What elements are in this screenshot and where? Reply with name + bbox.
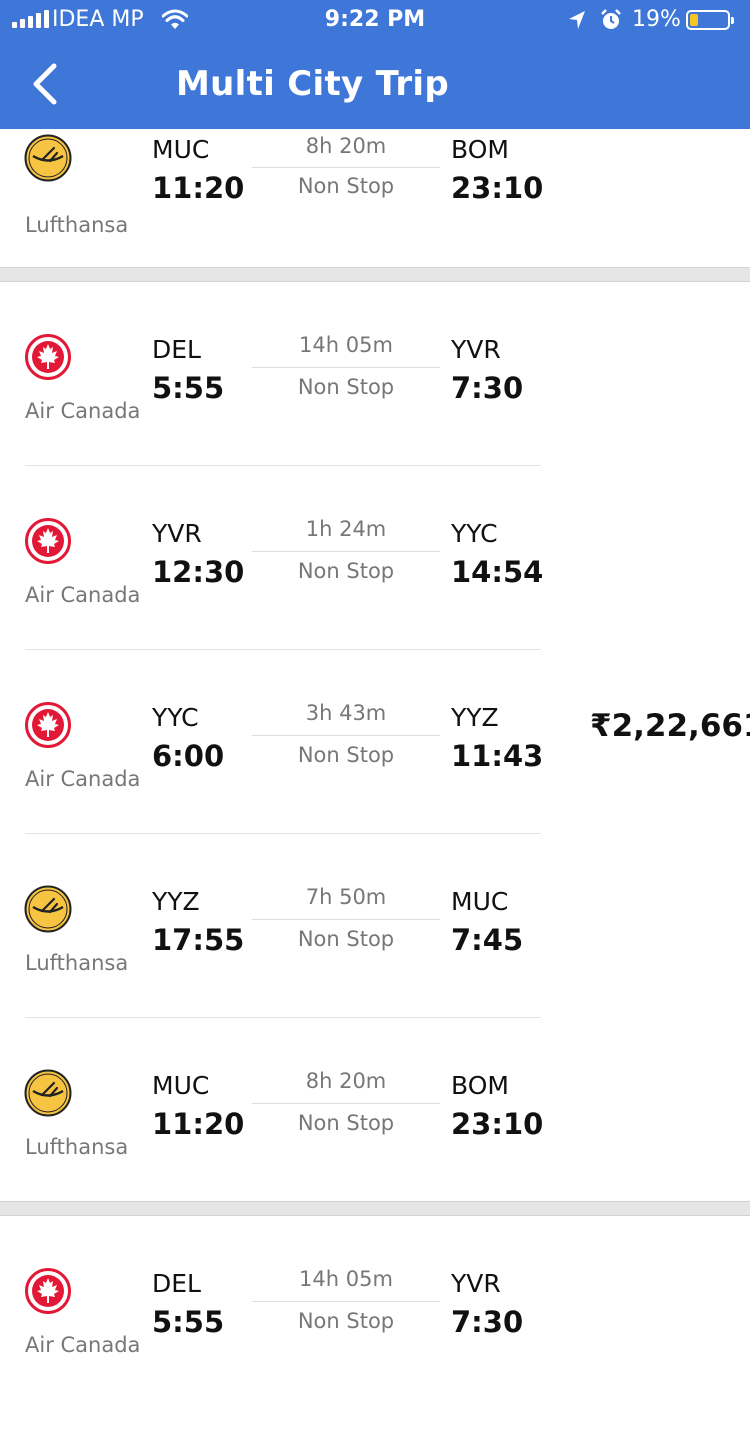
- route-line: [252, 551, 440, 552]
- departure-airport: YYZ: [152, 887, 200, 916]
- flight-leg-row[interactable]: Lufthansa MUC 11:20 8h 20m Non Stop BOM …: [0, 134, 550, 258]
- flight-duration: 1h 24m: [305, 517, 387, 541]
- departure-time: 11:20: [152, 171, 245, 205]
- airline-name: Lufthansa: [25, 951, 129, 975]
- flight-leg-row[interactable]: Lufthansa YYZ 17:55 7h 50m Non Stop MUC …: [0, 885, 550, 1069]
- route-line: [252, 167, 440, 168]
- arrival-time: 23:10: [451, 1107, 544, 1141]
- air-canada-icon: [24, 517, 72, 565]
- air-canada-icon: [24, 1267, 72, 1315]
- flight-leg-row[interactable]: Lufthansa MUC 11:20 8h 20m Non Stop BOM …: [0, 1069, 550, 1253]
- air-canada-icon: [24, 333, 72, 381]
- arrival-time: 23:10: [451, 171, 544, 205]
- status-bar: IDEA MP 9:22 PM 19%: [0, 0, 750, 40]
- stops-info: Non Stop: [297, 927, 395, 951]
- flight-duration: 8h 20m: [305, 1069, 387, 1093]
- departure-airport: YVR: [152, 519, 202, 548]
- arrival-airport: YYZ: [451, 703, 499, 732]
- arrival-airport: BOM: [451, 135, 509, 164]
- stops-info: Non Stop: [297, 743, 395, 767]
- stops-info: Non Stop: [297, 1309, 395, 1333]
- lufthansa-icon: [24, 885, 72, 933]
- back-arrow-icon[interactable]: [28, 62, 62, 106]
- row-divider: [25, 649, 541, 650]
- flight-leg-row[interactable]: Air Canada DEL 5:55 14h 05m Non Stop YVR…: [0, 333, 550, 517]
- flight-duration: 3h 43m: [305, 701, 387, 725]
- departure-time: 17:55: [152, 923, 245, 957]
- arrival-time: 11:43: [451, 739, 544, 773]
- stops-info: Non Stop: [297, 559, 395, 583]
- location-arrow-icon: [569, 11, 585, 29]
- flight-leg-row[interactable]: Air Canada YVR 12:30 1h 24m Non Stop YYC…: [0, 517, 550, 701]
- departure-airport: MUC: [152, 1071, 210, 1100]
- total-price: ₹2,22,661: [590, 708, 750, 744]
- departure-airport: DEL: [152, 335, 201, 364]
- arrival-airport: BOM: [451, 1071, 509, 1100]
- section-divider: [0, 267, 750, 282]
- route-line: [252, 735, 440, 736]
- arrival-airport: YVR: [451, 335, 501, 364]
- airline-name: Lufthansa: [25, 213, 129, 237]
- flight-leg-row[interactable]: Air Canada YYC 6:00 3h 43m Non Stop YYZ …: [0, 701, 550, 885]
- battery-percent: 19%: [632, 7, 681, 32]
- row-divider: [25, 465, 541, 466]
- airline-name: Air Canada: [25, 767, 141, 791]
- departure-time: 12:30: [152, 555, 245, 589]
- row-divider: [25, 833, 541, 834]
- flight-duration: 8h 20m: [305, 134, 387, 158]
- lufthansa-icon: [24, 1069, 72, 1117]
- air-canada-icon: [24, 701, 72, 749]
- lufthansa-icon: [24, 134, 72, 182]
- airline-name: Air Canada: [25, 583, 141, 607]
- arrival-airport: YVR: [451, 1269, 501, 1298]
- page-title: Multi City Trip: [176, 64, 450, 104]
- departure-time: 5:55: [152, 371, 225, 405]
- route-line: [252, 919, 440, 920]
- arrival-time: 7:30: [451, 371, 524, 405]
- section-divider: [0, 1201, 750, 1216]
- battery-icon: [686, 10, 734, 30]
- departure-airport: YYC: [152, 703, 199, 732]
- row-divider: [25, 1017, 541, 1018]
- flight-duration: 7h 50m: [305, 885, 387, 909]
- stops-info: Non Stop: [297, 1111, 395, 1135]
- airline-name: Lufthansa: [25, 1135, 129, 1159]
- stops-info: Non Stop: [297, 174, 395, 198]
- route-line: [252, 1301, 440, 1302]
- airline-name: Air Canada: [25, 399, 141, 423]
- arrival-time: 7:45: [451, 923, 524, 957]
- flight-leg-row[interactable]: Air Canada DEL 5:55 14h 05m Non Stop YVR…: [0, 1267, 550, 1451]
- alarm-clock-icon: [601, 9, 621, 29]
- flight-duration: 14h 05m: [299, 1267, 393, 1291]
- route-line: [252, 1103, 440, 1104]
- route-line: [252, 367, 440, 368]
- arrival-time: 14:54: [451, 555, 544, 589]
- arrival-airport: MUC: [451, 887, 509, 916]
- airline-name: Air Canada: [25, 1333, 141, 1357]
- stops-info: Non Stop: [297, 375, 395, 399]
- departure-time: 11:20: [152, 1107, 245, 1141]
- departure-airport: DEL: [152, 1269, 201, 1298]
- departure-airport: MUC: [152, 135, 210, 164]
- flight-duration: 14h 05m: [299, 333, 393, 357]
- departure-time: 6:00: [152, 739, 225, 773]
- app-header: IDEA MP 9:22 PM 19% Multi City Trip: [0, 0, 750, 129]
- arrival-airport: YYC: [451, 519, 498, 548]
